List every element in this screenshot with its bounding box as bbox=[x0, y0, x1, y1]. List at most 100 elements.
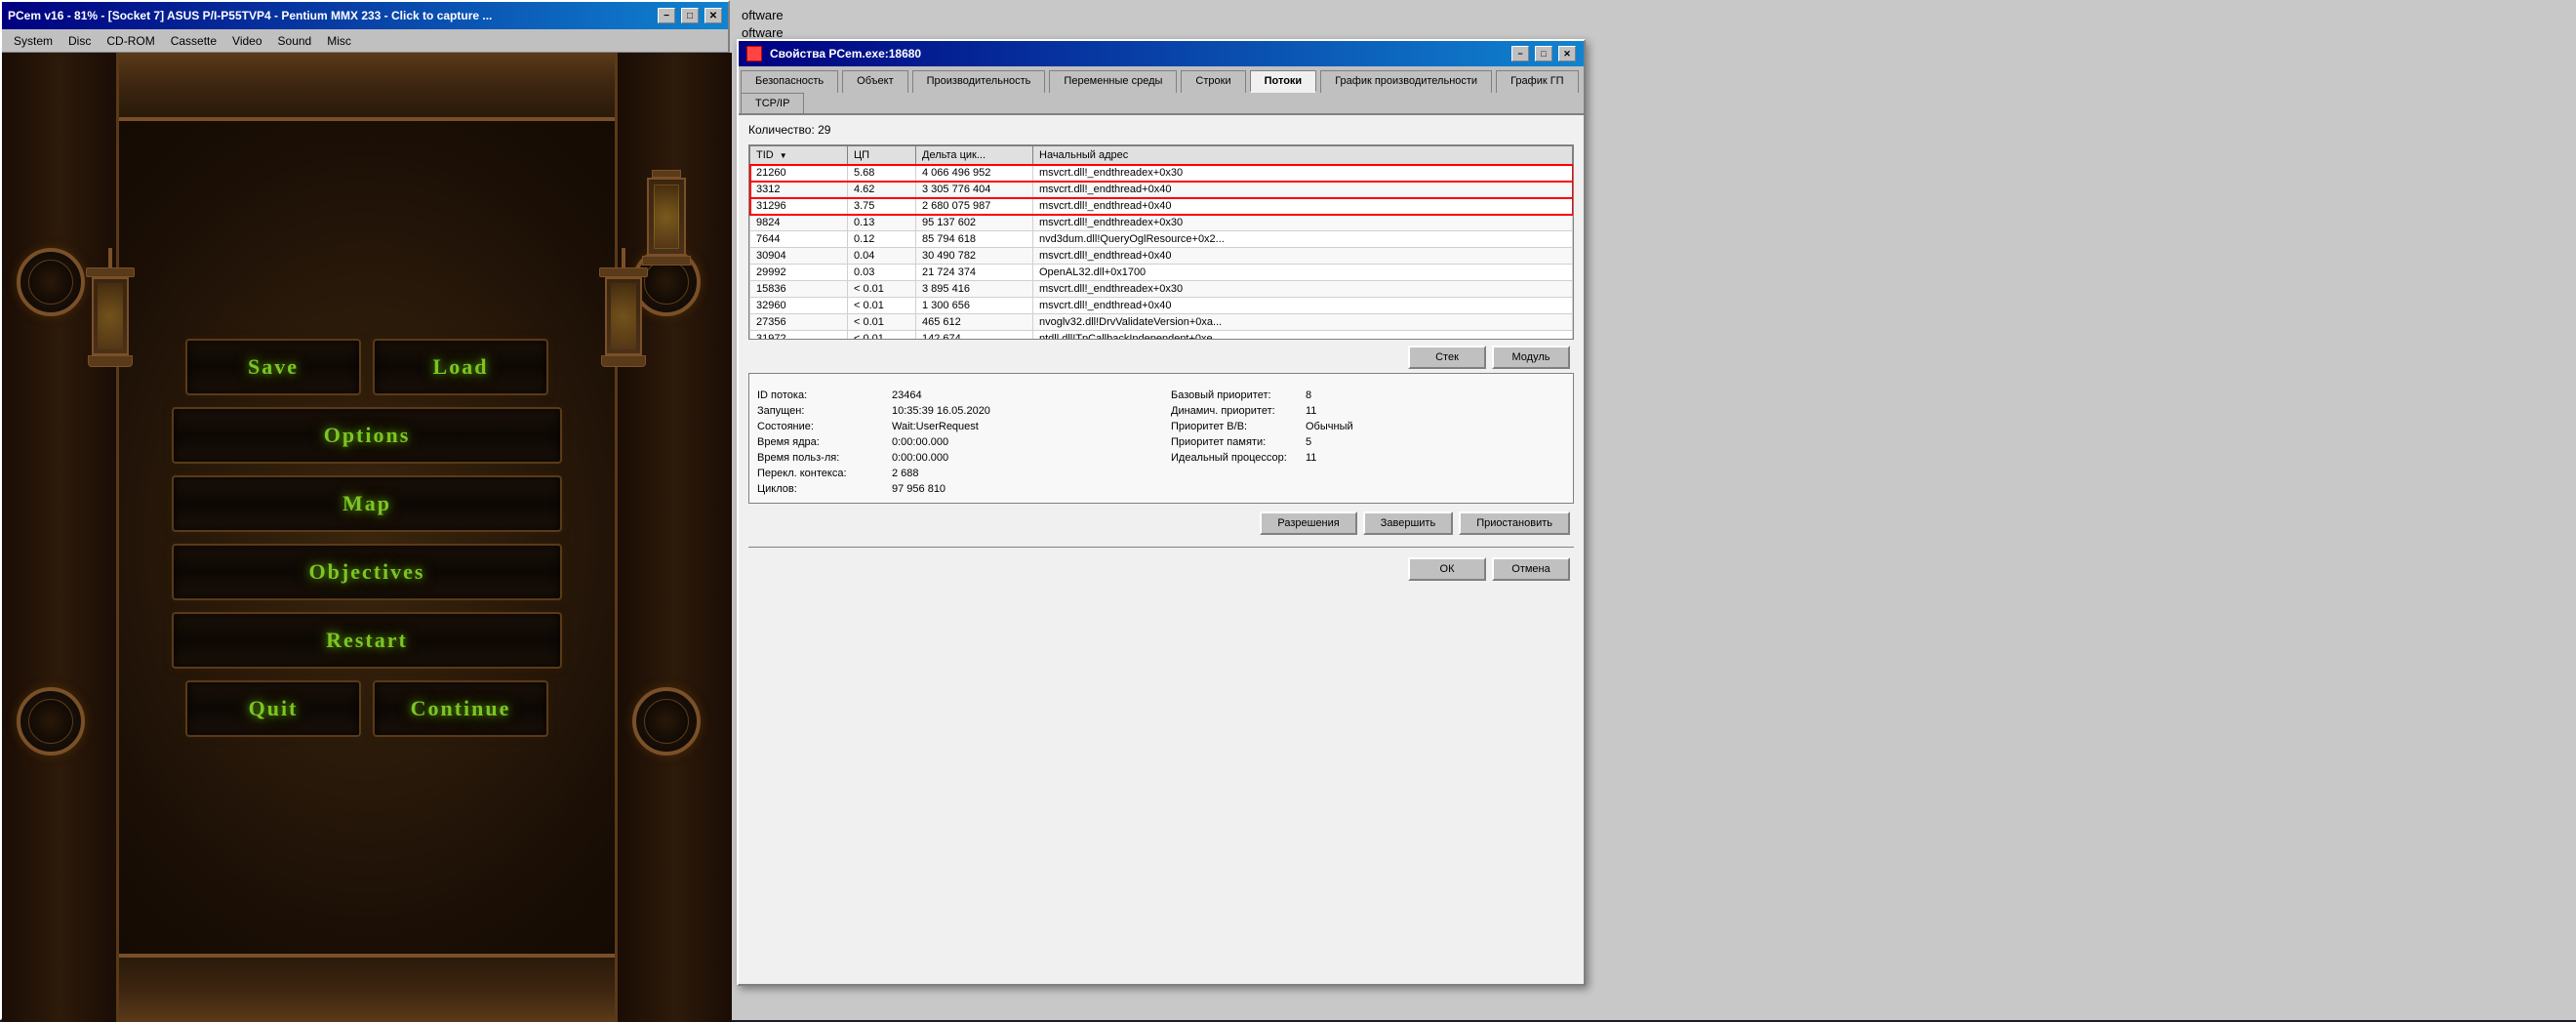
clock-hands-rb bbox=[644, 699, 689, 744]
ideal-cpu-label: Идеальный процессор: bbox=[1171, 452, 1298, 464]
table-row[interactable]: 309040.0430 490 782msvcrt.dll!_endthread… bbox=[750, 248, 1573, 265]
pcem-menubar: System Disc CD-ROM Cassette Video Sound … bbox=[2, 29, 728, 53]
tab-stroki[interactable]: Строки bbox=[1181, 70, 1245, 93]
thread-tid: 7644 bbox=[750, 231, 848, 248]
state-value: Wait:UserRequest bbox=[892, 421, 979, 432]
menu-system[interactable]: System bbox=[6, 32, 60, 50]
menu-disc[interactable]: Disc bbox=[60, 32, 99, 50]
thread-delta: 95 137 602 bbox=[916, 215, 1033, 231]
thread-tid: 30904 bbox=[750, 248, 848, 265]
thread-cpu: 3.75 bbox=[848, 198, 916, 215]
continue-button[interactable]: Continue bbox=[373, 680, 548, 737]
props-maximize-button[interactable]: □ bbox=[1535, 46, 1552, 61]
detail-col-left: ID потока: 23464 Запущен: 10:35:39 16.05… bbox=[757, 389, 1151, 495]
thread-tid: 27356 bbox=[750, 314, 848, 331]
col-tid[interactable]: TID ▼ bbox=[750, 146, 848, 165]
table-row[interactable]: 312963.752 680 075 987msvcrt.dll!_endthr… bbox=[750, 198, 1573, 215]
table-row[interactable]: 15836< 0.013 895 416msvcrt.dll!_endthrea… bbox=[750, 281, 1573, 298]
map-button[interactable]: Map bbox=[172, 475, 562, 532]
detail-row-state: Состояние: Wait:UserRequest bbox=[757, 421, 1151, 432]
menu-misc[interactable]: Misc bbox=[319, 32, 359, 50]
restart-button[interactable]: Restart bbox=[172, 612, 562, 669]
detail-row-cycles: Циклов: 97 956 810 bbox=[757, 483, 1151, 495]
mem-prio-value: 5 bbox=[1306, 436, 1311, 448]
ok-button[interactable]: ОК bbox=[1408, 557, 1486, 581]
thread-addr: msvcrt.dll!_endthreadex+0x30 bbox=[1033, 165, 1573, 182]
detail-row-base-prio: Базовый приоритет: 8 bbox=[1171, 389, 1565, 401]
tab-obekt[interactable]: Объект bbox=[842, 70, 907, 93]
col-delta[interactable]: Дельта цик... bbox=[916, 146, 1033, 165]
col-cpu-label: ЦП bbox=[854, 149, 869, 161]
id-value: 23464 bbox=[892, 389, 922, 401]
detail-row-id: ID потока: 23464 bbox=[757, 389, 1151, 401]
options-button[interactable]: Options bbox=[172, 407, 562, 464]
menu-cdrom[interactable]: CD-ROM bbox=[99, 32, 162, 50]
col-cpu[interactable]: ЦП bbox=[848, 146, 916, 165]
thread-cpu: 0.12 bbox=[848, 231, 916, 248]
thread-addr: msvcrt.dll!_endthread+0x40 bbox=[1033, 198, 1573, 215]
thread-cpu: 0.13 bbox=[848, 215, 916, 231]
terminate-button[interactable]: Завершить bbox=[1363, 511, 1453, 535]
pcem-maximize-button[interactable]: □ bbox=[681, 8, 699, 23]
objectives-button[interactable]: Objectives bbox=[172, 544, 562, 600]
thread-tid: 31972 bbox=[750, 331, 848, 340]
thread-cpu: < 0.01 bbox=[848, 314, 916, 331]
tab-potoki[interactable]: Потоки bbox=[1250, 70, 1317, 93]
table-row[interactable]: 98240.1395 137 602msvcrt.dll!_endthreade… bbox=[750, 215, 1573, 231]
menu-sound[interactable]: Sound bbox=[270, 32, 320, 50]
tab-proizv[interactable]: Производительность bbox=[912, 70, 1046, 93]
bg-label-1: oftware bbox=[742, 8, 784, 22]
table-row[interactable]: 76440.1285 794 618nvd3dum.dll!QueryOglRe… bbox=[750, 231, 1573, 248]
kernel-time-label: Время ядра: bbox=[757, 436, 884, 448]
cycles-label: Циклов: bbox=[757, 483, 884, 495]
user-time-value: 0:00:00.000 bbox=[892, 452, 948, 464]
cancel-button[interactable]: Отмена bbox=[1492, 557, 1570, 581]
tab-tcpip[interactable]: TCP/IP bbox=[741, 93, 804, 113]
col-addr[interactable]: Начальный адрес bbox=[1033, 146, 1573, 165]
clock-hands-lt bbox=[28, 260, 73, 305]
props-close-button[interactable]: ✕ bbox=[1558, 46, 1576, 61]
tab-peremennye[interactable]: Переменные среды bbox=[1049, 70, 1177, 93]
clock-hands-lb bbox=[28, 699, 73, 744]
table-row[interactable]: 32960< 0.011 300 656msvcrt.dll!_endthrea… bbox=[750, 298, 1573, 314]
load-button[interactable]: Load bbox=[373, 339, 548, 395]
tab-graf-gp[interactable]: График ГП bbox=[1496, 70, 1579, 93]
thread-table-scroll[interactable]: TID ▼ ЦП Дельта цик... Начальный адрес bbox=[749, 145, 1573, 339]
table-row[interactable]: 31972< 0.01142 674ntdll.dll!TpCallbackIn… bbox=[750, 331, 1573, 340]
table-row[interactable]: 27356< 0.01465 612nvoglv32.dll!DrvValida… bbox=[750, 314, 1573, 331]
state-label: Состояние: bbox=[757, 421, 884, 432]
pcem-title-text: PCem v16 - 81% - [Socket 7] ASUS P/I-P55… bbox=[8, 9, 652, 22]
save-button[interactable]: Save bbox=[185, 339, 361, 395]
pcem-close-button[interactable]: ✕ bbox=[704, 8, 722, 23]
pcem-minimize-button[interactable]: − bbox=[658, 8, 675, 23]
suspend-button[interactable]: Приостановить bbox=[1459, 511, 1570, 535]
thread-table: TID ▼ ЦП Дельта цик... Начальный адрес bbox=[749, 145, 1573, 339]
tab-bezopasnost[interactable]: Безопасность bbox=[741, 70, 838, 93]
tab-graf-proizv[interactable]: График производительности bbox=[1320, 70, 1492, 93]
thread-delta: 21 724 374 bbox=[916, 265, 1033, 281]
thread-delta: 2 680 075 987 bbox=[916, 198, 1033, 215]
thread-tid: 32960 bbox=[750, 298, 848, 314]
detail-row-mem-prio: Приоритет памяти: 5 bbox=[1171, 436, 1565, 448]
props-minimize-button[interactable]: − bbox=[1511, 46, 1529, 61]
permissions-button[interactable]: Разрешения bbox=[1260, 511, 1356, 535]
bg-label-2: oftware bbox=[742, 25, 784, 40]
menu-cassette[interactable]: Cassette bbox=[163, 32, 224, 50]
menu-row-5: Restart bbox=[123, 612, 611, 669]
table-row[interactable]: 33124.623 305 776 404msvcrt.dll!_endthre… bbox=[750, 182, 1573, 198]
menu-video[interactable]: Video bbox=[224, 32, 269, 50]
base-prio-label: Базовый приоритет: bbox=[1171, 389, 1298, 401]
stack-button[interactable]: Стек bbox=[1408, 346, 1486, 369]
gauge-left-bottom bbox=[17, 687, 85, 756]
stack-module-btn-row: Стек Модуль bbox=[748, 346, 1574, 369]
detail-row-dyn-prio: Динамич. приоритет: 11 bbox=[1171, 405, 1565, 417]
ideal-cpu-value: 11 bbox=[1306, 452, 1316, 464]
module-button[interactable]: Модуль bbox=[1492, 346, 1570, 369]
quit-button[interactable]: Quit bbox=[185, 680, 361, 737]
table-row[interactable]: 212605.684 066 496 952msvcrt.dll!_endthr… bbox=[750, 165, 1573, 182]
thread-tid: 3312 bbox=[750, 182, 848, 198]
table-row[interactable]: 299920.0321 724 374OpenAL32.dll+0x1700 bbox=[750, 265, 1573, 281]
thread-table-container[interactable]: TID ▼ ЦП Дельта цик... Начальный адрес bbox=[748, 144, 1574, 340]
thread-count: Количество: 29 bbox=[748, 123, 1574, 137]
menu-row-6: Quit Continue bbox=[123, 680, 611, 737]
